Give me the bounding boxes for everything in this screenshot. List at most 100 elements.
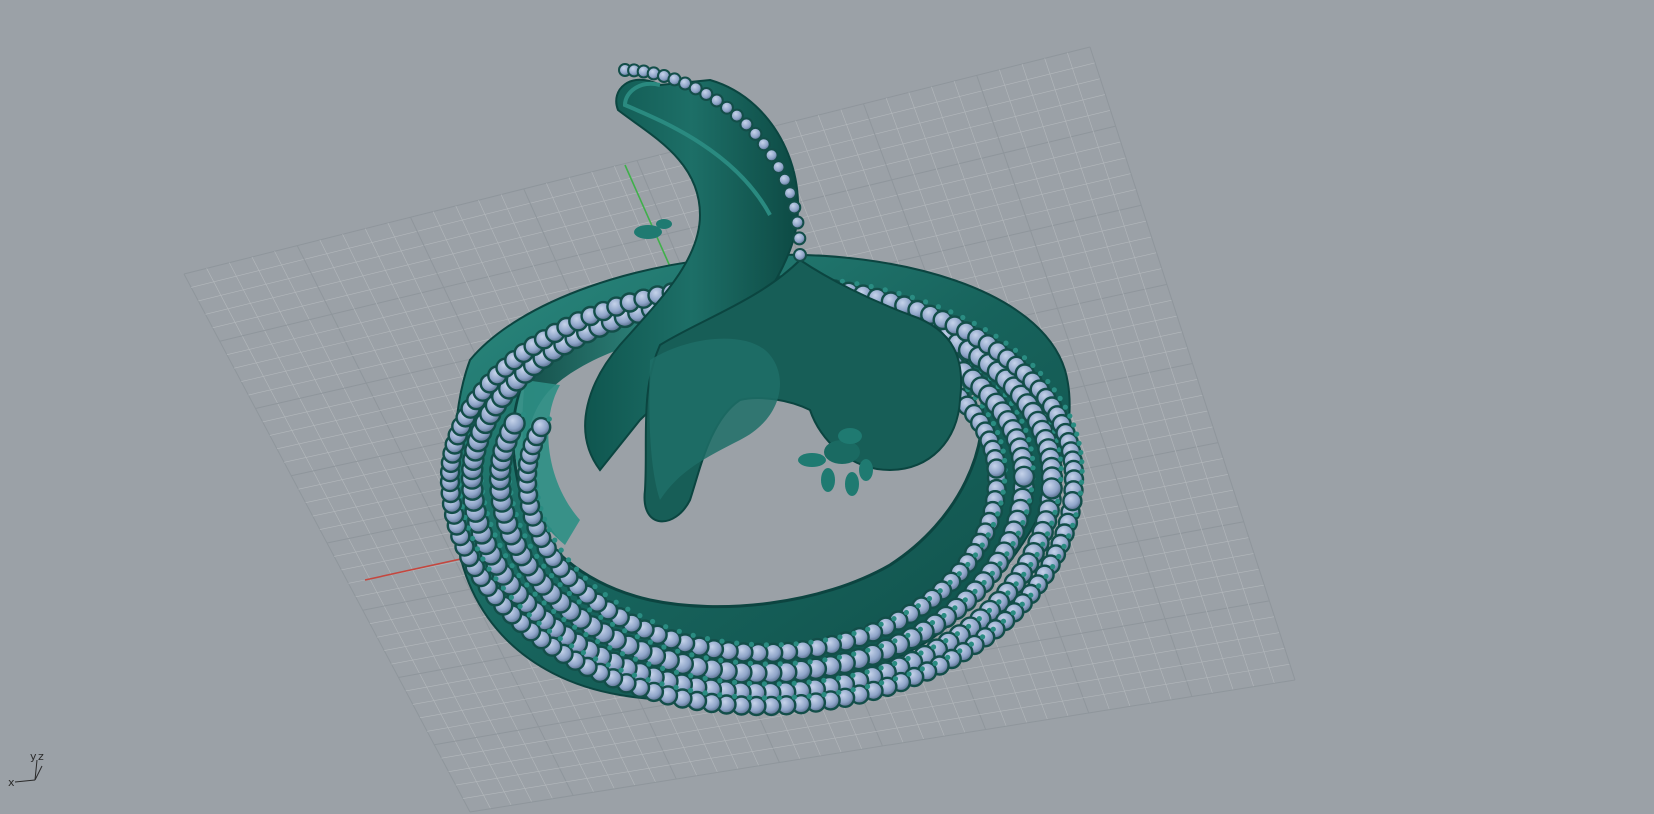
gem-prong: [919, 666, 925, 672]
gem-prong: [572, 624, 578, 630]
gem-prong: [778, 642, 784, 648]
gem-prong: [957, 648, 963, 654]
gem-prong: [822, 637, 829, 643]
gem-prong: [1019, 601, 1025, 607]
axis-z-label: z: [38, 750, 44, 763]
gem-prong: [1028, 561, 1034, 568]
gem-prong: [996, 599, 1002, 605]
gem-prong: [1024, 509, 1030, 515]
gem-prong: [923, 299, 929, 305]
viewport-canvas[interactable]: x y z: [0, 0, 1654, 814]
grid-line: [1089, 46, 1296, 681]
gem-prong: [486, 566, 492, 572]
gem-prong: [761, 695, 768, 701]
gem-prong: [971, 320, 977, 326]
gem-prong: [851, 630, 857, 637]
gem-prong: [878, 665, 884, 671]
gem-prong: [1055, 498, 1061, 504]
gem-prong: [702, 690, 708, 696]
gem-prong: [943, 638, 949, 644]
gem-prong: [1052, 509, 1058, 515]
gem-prong: [792, 660, 798, 666]
gem-prong: [762, 661, 769, 667]
gem-prong: [569, 643, 575, 649]
gem-prong: [549, 573, 555, 579]
gem-prong: [632, 656, 639, 662]
gem-prong: [851, 651, 857, 657]
gem-prong: [647, 639, 654, 645]
gem-prong: [906, 671, 912, 677]
axes-widget: x y z: [8, 750, 44, 789]
gem-prong: [1066, 533, 1072, 539]
gem-prong: [480, 556, 486, 562]
gem-prong: [497, 542, 503, 549]
gem-prong: [956, 571, 962, 577]
gem-prong: [704, 636, 711, 642]
gem-prong: [524, 582, 530, 588]
gem-prong: [521, 411, 527, 417]
3d-viewport[interactable]: x y z: [0, 0, 1654, 814]
gem-prong: [1058, 476, 1064, 482]
gem-prong: [776, 695, 783, 701]
gem-prong: [879, 680, 885, 686]
gem-prong: [986, 607, 993, 614]
gem-prong: [821, 691, 827, 698]
gem-prong: [546, 628, 553, 634]
gem-prong: [1000, 489, 1006, 495]
gem-prong: [903, 609, 910, 616]
gem-prong: [1056, 553, 1062, 560]
gem-prong: [1071, 422, 1077, 428]
gem-prong: [536, 620, 542, 626]
gem-prong: [645, 677, 651, 683]
gem-prong: [1028, 592, 1034, 598]
gem-prong: [1000, 448, 1006, 454]
axis-x-label: x: [8, 776, 15, 789]
gem-prong: [985, 532, 991, 538]
gem: [756, 137, 771, 152]
gem-prong: [733, 659, 739, 665]
gem-prong: [474, 546, 480, 552]
gem-prong: [968, 641, 975, 647]
gem-prong: [997, 561, 1003, 567]
gem-prong: [937, 588, 943, 594]
gem-prong: [896, 290, 902, 296]
grid-line: [1067, 52, 1275, 684]
gem: [729, 108, 744, 123]
gem-prong: [558, 547, 564, 553]
gem-prong: [602, 592, 608, 598]
gem-prong: [1062, 404, 1068, 410]
gem-prong: [541, 563, 547, 569]
gem-prong: [1023, 427, 1029, 433]
gem-prong: [580, 650, 587, 656]
gem: [793, 248, 807, 262]
gem-prong: [673, 669, 680, 675]
gem-prong: [980, 634, 986, 640]
gem-prong: [1079, 468, 1085, 474]
gem-prong: [1002, 457, 1008, 464]
gem-prong: [954, 631, 961, 637]
gem-prong: [793, 641, 799, 647]
gem-prong: [661, 644, 667, 650]
gem-prong: [618, 667, 624, 673]
gem-prong: [836, 654, 843, 660]
gem-prong: [995, 511, 1001, 517]
gem-prong: [703, 655, 709, 661]
gem-prong: [892, 638, 898, 644]
gem-prong: [561, 616, 567, 623]
gem-prong: [1029, 455, 1036, 461]
gem-prong: [587, 607, 593, 613]
gem-prong: [981, 579, 987, 586]
gem-prong: [1044, 531, 1051, 537]
grid-line: [1044, 58, 1255, 687]
gem-prong: [625, 606, 631, 612]
ring-model[interactable]: [439, 63, 1085, 717]
gem-prong: [1010, 541, 1016, 547]
gem-prong: [892, 676, 899, 682]
gem-prong: [892, 660, 898, 667]
gem-prong: [990, 521, 997, 528]
gem-prong: [1013, 581, 1019, 587]
gem-prong: [493, 576, 499, 582]
gem-prong: [878, 643, 885, 649]
gem: [739, 117, 754, 132]
gem-prong: [650, 618, 656, 625]
